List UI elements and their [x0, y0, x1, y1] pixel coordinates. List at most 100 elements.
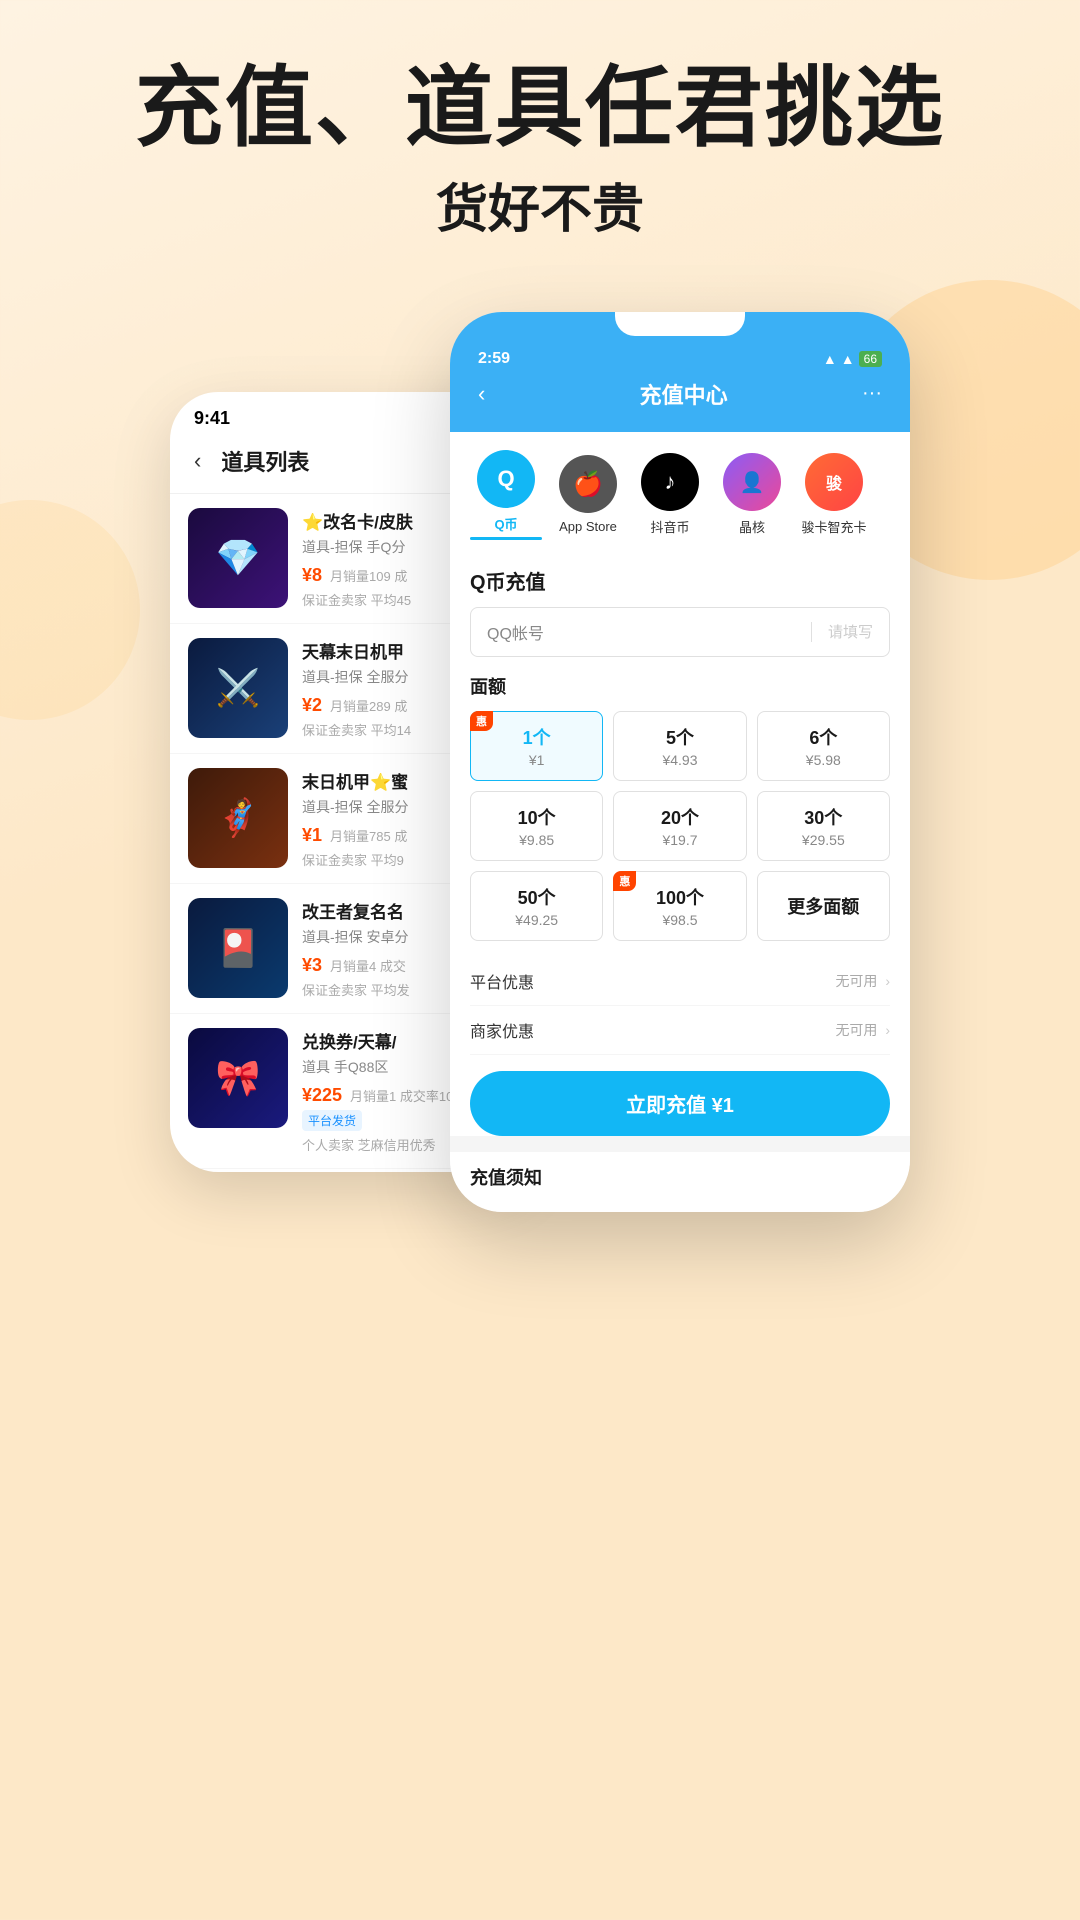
denom-5[interactable]: 5个 ¥4.93	[613, 711, 746, 781]
item-thumbnail: ⚔️	[188, 638, 288, 738]
tab-tiktok-label: 抖音币	[650, 517, 689, 536]
apple-icon: 🍎	[559, 455, 617, 513]
input-divider	[811, 622, 812, 642]
denom-count: 30个	[766, 804, 881, 830]
recharge-content: Q币充值 QQ帐号 请填写 面额 1个 ¥1 5个 ¥4.93	[450, 550, 910, 1136]
denom-price: ¥1	[479, 752, 594, 768]
jinghe-icon: 👤	[723, 453, 781, 511]
notch-container	[450, 312, 910, 336]
recharge-section-title: Q币充值	[470, 550, 890, 607]
denom-count: 10个	[479, 804, 594, 830]
junka-icon: 骏	[805, 453, 863, 511]
item-sales: 月销量785 成	[330, 826, 407, 845]
denom-price: ¥4.93	[622, 752, 737, 768]
denom-price: ¥5.98	[766, 752, 881, 768]
phone-notch	[615, 312, 745, 336]
right-back-icon[interactable]: ‹	[478, 381, 485, 407]
item-thumbnail: 💎	[188, 508, 288, 608]
denomination-grid: 1个 ¥1 5个 ¥4.93 6个 ¥5.98 10个 ¥9.85 20个	[470, 711, 890, 941]
merchant-promo-label: 商家优惠	[470, 1018, 534, 1042]
tab-qq-label: Q币	[494, 514, 517, 533]
denom-count: 20个	[622, 804, 737, 830]
denom-100[interactable]: 100个 ¥98.5	[613, 871, 746, 941]
input-placeholder: 请填写	[828, 621, 873, 642]
denom-1[interactable]: 1个 ¥1	[470, 711, 603, 781]
back-icon[interactable]: ‹	[194, 448, 201, 474]
denom-price: ¥9.85	[479, 832, 594, 848]
denom-count: 1个	[479, 724, 594, 750]
notice-title: 充值须知	[470, 1152, 890, 1198]
tiktok-icon: ♪	[641, 453, 699, 511]
input-label: QQ帐号	[487, 620, 795, 644]
item-thumbnail: 🎀	[188, 1028, 288, 1128]
right-phone-header: ‹ 充值中心 ···	[450, 368, 910, 432]
denom-count: 100个	[622, 884, 737, 910]
denom-more-label: 更多面额	[787, 893, 859, 919]
promo-arrow-icon: ›	[885, 973, 890, 989]
right-phone: 2:59 ▲ ▲ 66 ‹ 充值中心 ··· Q Q币	[450, 312, 910, 1212]
phones-container: 9:41 ‹ 道具列表 💎 ⭐改名卡/皮肤 道具-担保 手Q分 ¥8 月销量10…	[0, 272, 1080, 1272]
charge-button[interactable]: 立即充值 ¥1	[470, 1071, 890, 1136]
tab-jinghe-label: 晶核	[739, 517, 765, 536]
item-price: ¥225	[302, 1085, 342, 1106]
item-thumbnail: 🎴	[188, 898, 288, 998]
tab-appstore[interactable]: 🍎 App Store	[552, 455, 624, 534]
denomination-label: 面额	[470, 673, 890, 699]
tab-junka[interactable]: 骏 骏卡智充卡	[798, 453, 870, 536]
tab-tiktok[interactable]: ♪ 抖音币	[634, 453, 706, 536]
header-title: 充值、道具任君挑选	[0, 60, 1080, 157]
tab-appstore-label: App Store	[559, 519, 617, 534]
denom-more[interactable]: 更多面额	[757, 871, 890, 941]
merchant-promo-row[interactable]: 商家优惠 无可用 ›	[470, 1006, 890, 1055]
item-sales: 月销量289 成	[330, 696, 407, 715]
denom-count: 6个	[766, 724, 881, 750]
item-price: ¥1	[302, 825, 322, 846]
denom-10[interactable]: 10个 ¥9.85	[470, 791, 603, 861]
thumb-emoji: ⚔️	[188, 638, 288, 738]
notice-section: 充值须知	[450, 1152, 910, 1212]
right-header-title: 充值中心	[505, 378, 862, 410]
qq-icon: Q	[477, 450, 535, 508]
status-icons: ▲ ▲ 66	[823, 351, 882, 367]
denom-count: 5个	[622, 724, 737, 750]
item-thumbnail: 🦸	[188, 768, 288, 868]
tab-icons-row: Q Q币 🍎 App Store ♪ 抖音币 👤	[450, 432, 910, 550]
platform-promo-value: 无可用 ›	[835, 971, 890, 991]
header-section: 充值、道具任君挑选 货好不贵	[0, 0, 1080, 272]
qq-account-input-row[interactable]: QQ帐号 请填写	[470, 607, 890, 657]
thumb-emoji: 🎀	[188, 1028, 288, 1128]
left-nav-title: 道具列表	[221, 445, 309, 477]
thumb-emoji: 🎴	[188, 898, 288, 998]
thumb-emoji: 🦸	[188, 768, 288, 868]
tab-qq[interactable]: Q Q币	[470, 450, 542, 540]
right-status-time: 2:59	[478, 350, 510, 368]
item-price: ¥2	[302, 695, 322, 716]
denom-price: ¥98.5	[622, 912, 737, 928]
left-status-time: 9:41	[194, 408, 230, 429]
platform-promo-row[interactable]: 平台优惠 无可用 ›	[470, 957, 890, 1006]
thumb-emoji: 💎	[188, 508, 288, 608]
header-subtitle: 货好不贵	[0, 167, 1080, 242]
promo-arrow-icon: ›	[885, 1022, 890, 1038]
more-icon[interactable]: ···	[862, 382, 882, 405]
item-price: ¥3	[302, 955, 322, 976]
wifi-icon: ▲	[841, 351, 855, 367]
denom-price: ¥29.55	[766, 832, 881, 848]
tab-junka-label: 骏卡智充卡	[801, 517, 866, 536]
platform-tag: 平台发货	[302, 1110, 362, 1131]
denom-price: ¥49.25	[479, 912, 594, 928]
denom-6[interactable]: 6个 ¥5.98	[757, 711, 890, 781]
platform-promo-label: 平台优惠	[470, 969, 534, 993]
item-sales: 月销量4 成交	[330, 956, 406, 975]
denom-30[interactable]: 30个 ¥29.55	[757, 791, 890, 861]
denom-count: 50个	[479, 884, 594, 910]
item-price: ¥8	[302, 565, 322, 586]
battery-icon: 66	[859, 351, 882, 367]
merchant-promo-value: 无可用 ›	[835, 1020, 890, 1040]
denom-50[interactable]: 50个 ¥49.25	[470, 871, 603, 941]
denom-20[interactable]: 20个 ¥19.7	[613, 791, 746, 861]
tab-jinghe[interactable]: 👤 晶核	[716, 453, 788, 536]
denom-price: ¥19.7	[622, 832, 737, 848]
signal-icon: ▲	[823, 351, 837, 367]
right-phone-status: 2:59 ▲ ▲ 66	[450, 336, 910, 368]
